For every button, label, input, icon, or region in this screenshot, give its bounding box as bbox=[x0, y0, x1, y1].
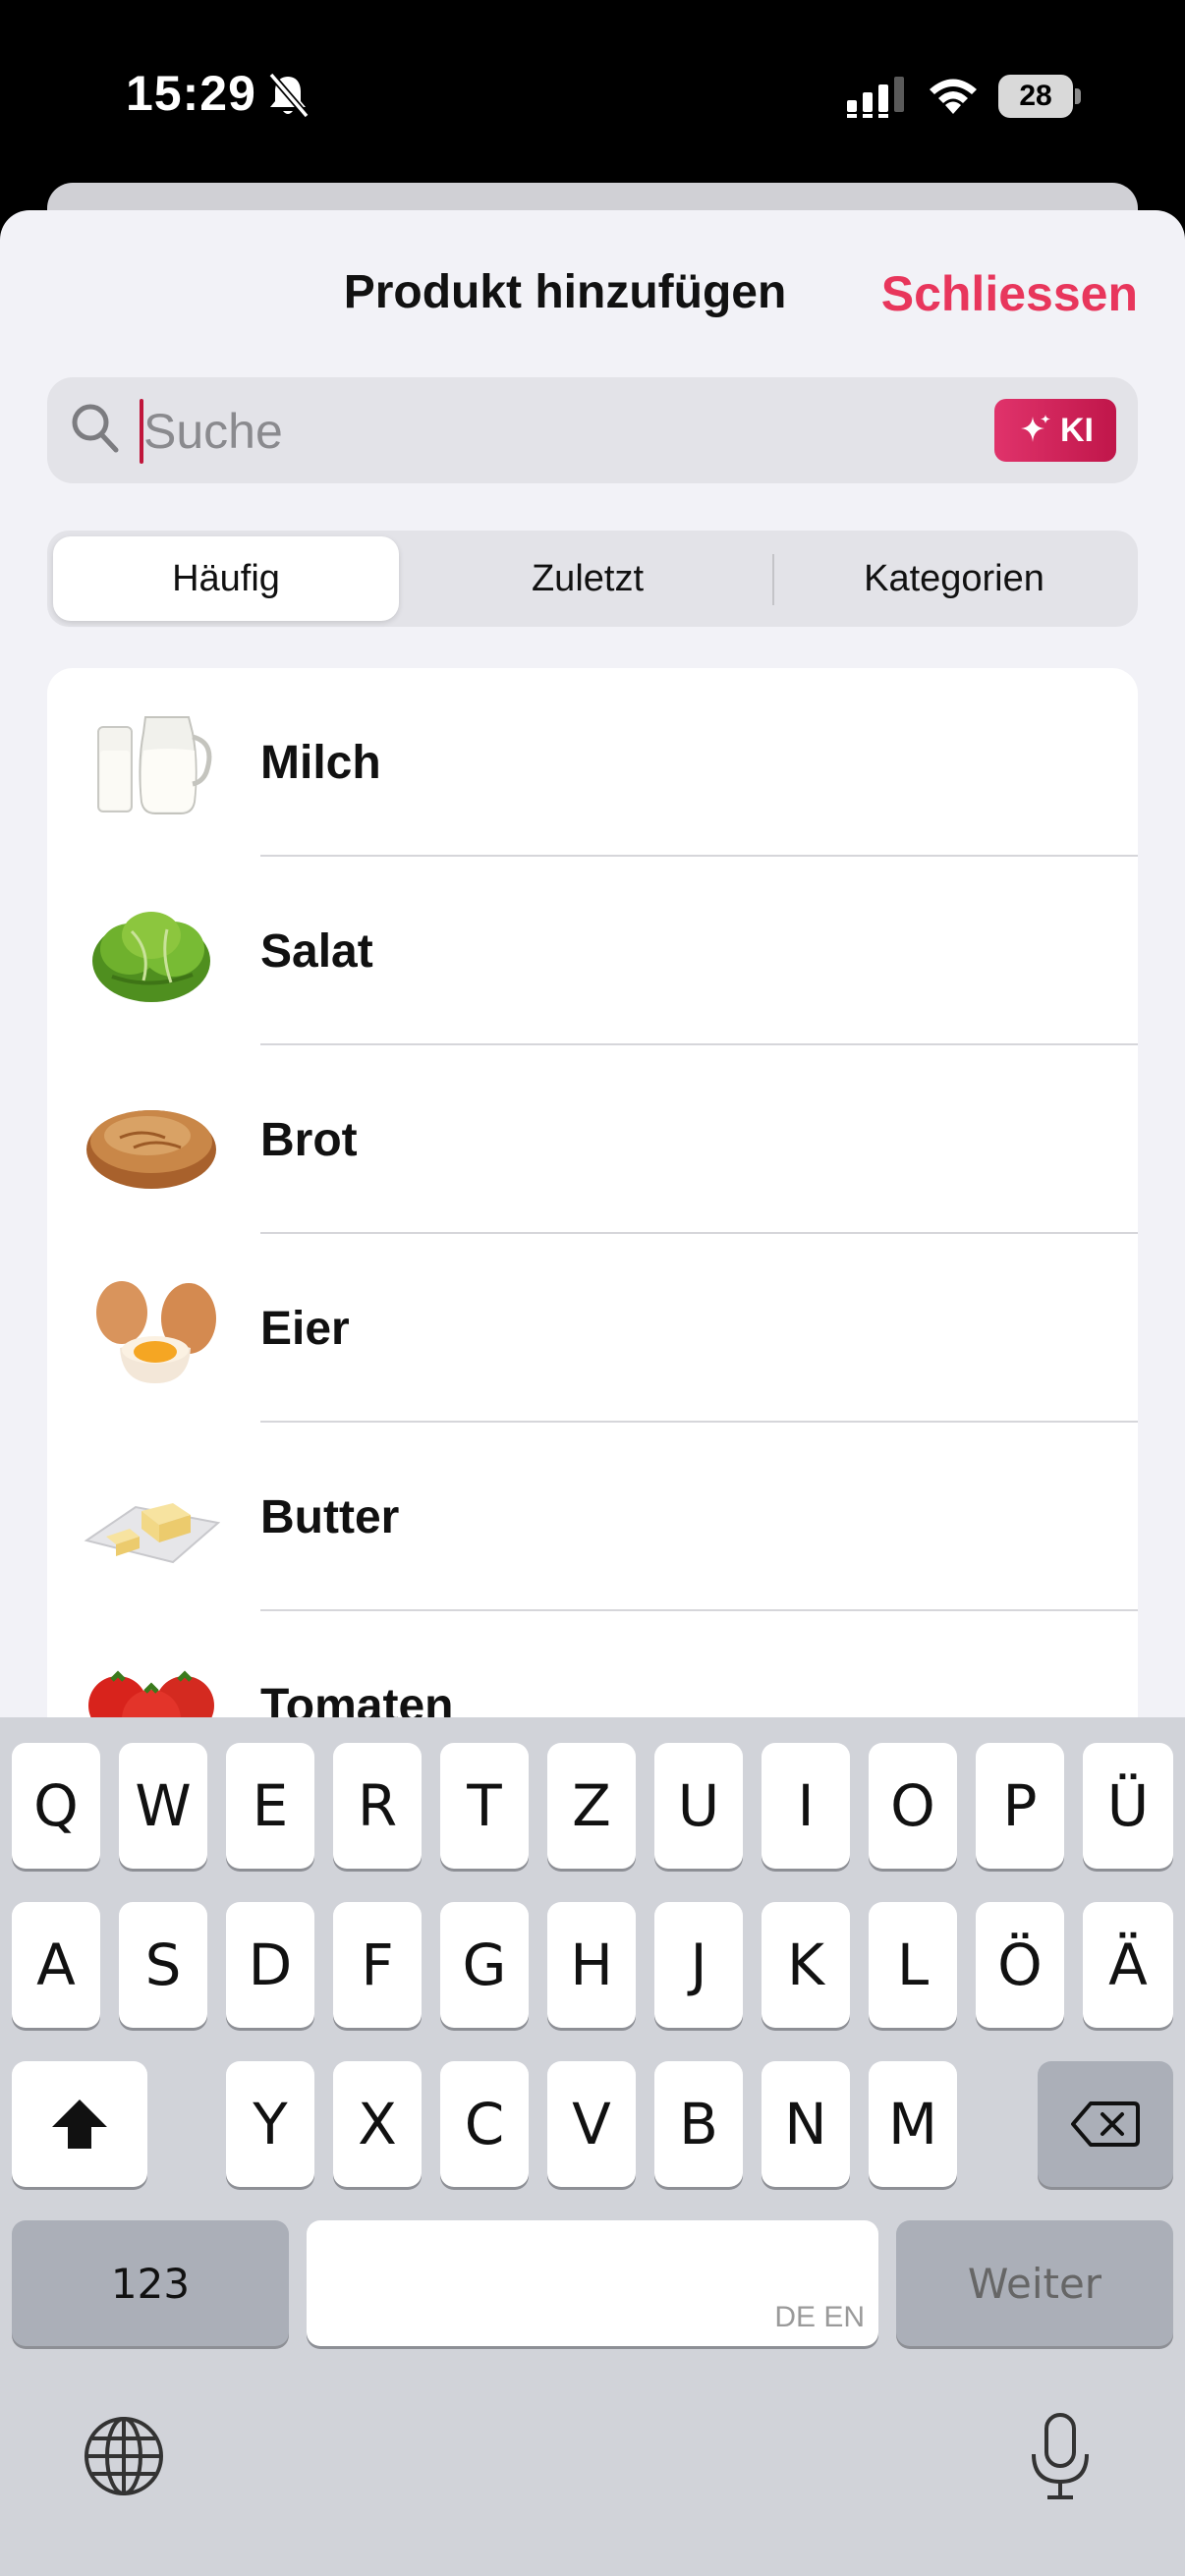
space-key[interactable]: DE EN bbox=[307, 2220, 878, 2346]
list-item[interactable]: Eier bbox=[47, 1234, 1138, 1423]
status-bar: 15:29 28 bbox=[0, 0, 1185, 187]
list-item[interactable]: Brot bbox=[47, 1045, 1138, 1234]
product-name: Milch bbox=[260, 736, 381, 789]
numbers-key[interactable]: 123 bbox=[12, 2220, 289, 2346]
sparkles-icon bbox=[1021, 415, 1050, 442]
bell-slash-icon bbox=[268, 72, 310, 119]
tab-haeufig[interactable]: Häufig bbox=[53, 536, 399, 621]
key-l[interactable]: L bbox=[869, 1902, 957, 2028]
key-oe[interactable]: Ö bbox=[976, 1902, 1064, 2028]
key-r[interactable]: R bbox=[333, 1743, 422, 1869]
key-m[interactable]: M bbox=[869, 2061, 957, 2187]
key-ae[interactable]: Ä bbox=[1083, 1902, 1173, 2028]
bread-icon bbox=[86, 1110, 216, 1189]
backspace-key[interactable] bbox=[1038, 2061, 1173, 2187]
lettuce-icon bbox=[92, 912, 210, 1002]
key-ue[interactable]: Ü bbox=[1083, 1743, 1173, 1869]
search-bar[interactable]: KI bbox=[47, 377, 1138, 483]
list-item[interactable]: Butter bbox=[47, 1423, 1138, 1611]
key-z[interactable]: Z bbox=[547, 1743, 636, 1869]
key-u[interactable]: U bbox=[654, 1743, 743, 1869]
battery-level: 28 bbox=[998, 75, 1073, 118]
milk-icon bbox=[97, 716, 212, 814]
key-k[interactable]: K bbox=[762, 1902, 850, 2028]
microphone-icon[interactable] bbox=[1026, 2411, 1095, 2503]
key-w[interactable]: W bbox=[119, 1743, 207, 1869]
product-name: Butter bbox=[260, 1490, 400, 1543]
key-e[interactable]: E bbox=[226, 1743, 314, 1869]
list-item[interactable]: Salat bbox=[47, 857, 1138, 1045]
ai-button-label: KI bbox=[1060, 411, 1094, 449]
eggs-icon bbox=[96, 1281, 216, 1383]
key-t[interactable]: T bbox=[440, 1743, 529, 1869]
key-o[interactable]: O bbox=[869, 1743, 957, 1869]
segmented-control: Häufig Zuletzt Kategorien bbox=[47, 531, 1138, 627]
ai-search-button[interactable]: KI bbox=[994, 399, 1116, 462]
close-button[interactable]: Schliessen bbox=[881, 265, 1138, 322]
keyboard: Q W E R T Z U I O P Ü A S D F G H J K L … bbox=[0, 1717, 1185, 2576]
signal-icon bbox=[847, 77, 904, 118]
return-key[interactable]: Weiter bbox=[896, 2220, 1173, 2346]
butter-icon bbox=[84, 1503, 220, 1564]
tab-kategorien[interactable]: Kategorien bbox=[776, 536, 1132, 621]
key-p[interactable]: P bbox=[976, 1743, 1064, 1869]
key-h[interactable]: H bbox=[547, 1902, 636, 2028]
battery-icon: 28 bbox=[998, 75, 1081, 118]
key-x[interactable]: X bbox=[333, 2061, 422, 2187]
language-hint: DE EN bbox=[774, 2301, 865, 2333]
key-j[interactable]: J bbox=[654, 1902, 743, 2028]
key-s[interactable]: S bbox=[119, 1902, 207, 2028]
key-i[interactable]: I bbox=[762, 1743, 850, 1869]
status-time: 15:29 bbox=[126, 66, 256, 121]
key-a[interactable]: A bbox=[12, 1902, 100, 2028]
shift-key[interactable] bbox=[12, 2061, 147, 2187]
key-c[interactable]: C bbox=[440, 2061, 529, 2187]
key-d[interactable]: D bbox=[226, 1902, 314, 2028]
product-name: Eier bbox=[260, 1302, 350, 1355]
key-v[interactable]: V bbox=[547, 2061, 636, 2187]
search-icon bbox=[72, 404, 119, 453]
key-b[interactable]: B bbox=[654, 2061, 743, 2187]
key-y[interactable]: Y bbox=[226, 2061, 314, 2187]
key-f[interactable]: F bbox=[333, 1902, 422, 2028]
list-item[interactable]: Milch bbox=[47, 668, 1138, 857]
key-n[interactable]: N bbox=[762, 2061, 850, 2187]
globe-icon[interactable] bbox=[83, 2415, 165, 2497]
product-name: Brot bbox=[260, 1113, 358, 1166]
key-g[interactable]: G bbox=[440, 1902, 529, 2028]
search-input[interactable] bbox=[143, 397, 988, 466]
wifi-icon bbox=[930, 79, 977, 114]
delete-icon bbox=[1071, 2101, 1140, 2147]
tab-zuletzt[interactable]: Zuletzt bbox=[411, 536, 764, 621]
key-q[interactable]: Q bbox=[12, 1743, 100, 1869]
shift-icon bbox=[52, 2100, 107, 2149]
segment-divider bbox=[772, 554, 774, 605]
product-name: Salat bbox=[260, 924, 373, 978]
